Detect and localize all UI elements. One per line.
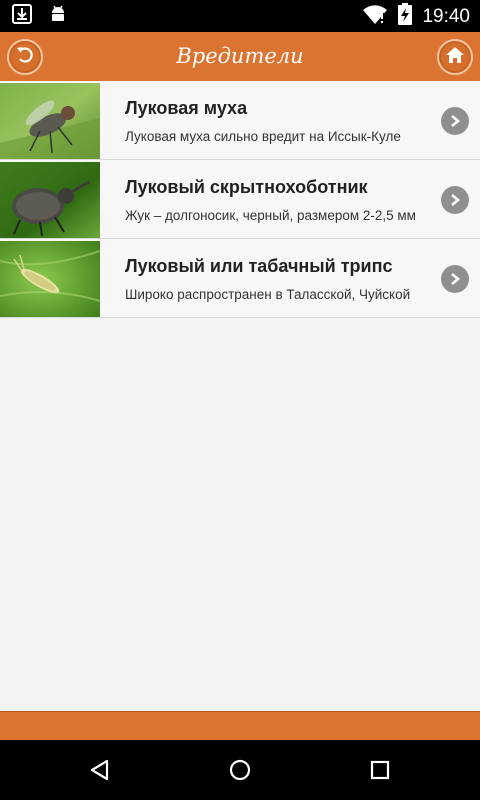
android-icon (48, 4, 68, 29)
item-description: Луковая муха сильно вредит на Иссык-Куле (125, 129, 401, 144)
chevron-right-icon[interactable] (441, 265, 469, 293)
item-title: Луковый или табачный трипс (125, 256, 393, 276)
list-item[interactable]: Луковая муха Луковая муха сильно вредит … (0, 81, 480, 160)
item-description: Широко распространен в Таласской, Чуйско… (125, 287, 411, 302)
bottom-bar (0, 711, 480, 741)
item-description: Жук – долгоносик, черный, размером 2-2,5… (125, 208, 416, 223)
weevil-photo (0, 162, 100, 238)
nav-recents-icon[interactable] (367, 757, 393, 783)
page-title: Вредители (176, 44, 304, 68)
status-bar: 19:40 (0, 0, 480, 32)
nav-home-icon[interactable] (227, 757, 253, 783)
onion-fly-photo (0, 83, 100, 159)
thrips-photo (0, 241, 100, 317)
chevron-right-icon[interactable] (441, 107, 469, 135)
home-icon (445, 45, 465, 70)
action-bar: Вредители (0, 32, 480, 81)
pest-list: Луковая муха Луковая муха сильно вредит … (0, 81, 480, 318)
list-item[interactable]: Луковый или табачный трипс Широко распро… (0, 239, 480, 318)
download-icon (12, 4, 32, 29)
wifi-icon (362, 3, 388, 30)
nav-back-icon[interactable] (87, 757, 113, 783)
home-button[interactable] (437, 39, 473, 75)
item-title: Луковый скрытнохоботник (125, 177, 368, 197)
navigation-bar (0, 740, 480, 800)
battery-charging-icon (398, 3, 413, 30)
list-item[interactable]: Луковый скрытнохоботник Жук – долгоносик… (0, 160, 480, 239)
item-title: Луковая муха (125, 98, 248, 118)
chevron-right-icon[interactable] (441, 186, 469, 214)
status-time: 19:40 (422, 5, 470, 27)
